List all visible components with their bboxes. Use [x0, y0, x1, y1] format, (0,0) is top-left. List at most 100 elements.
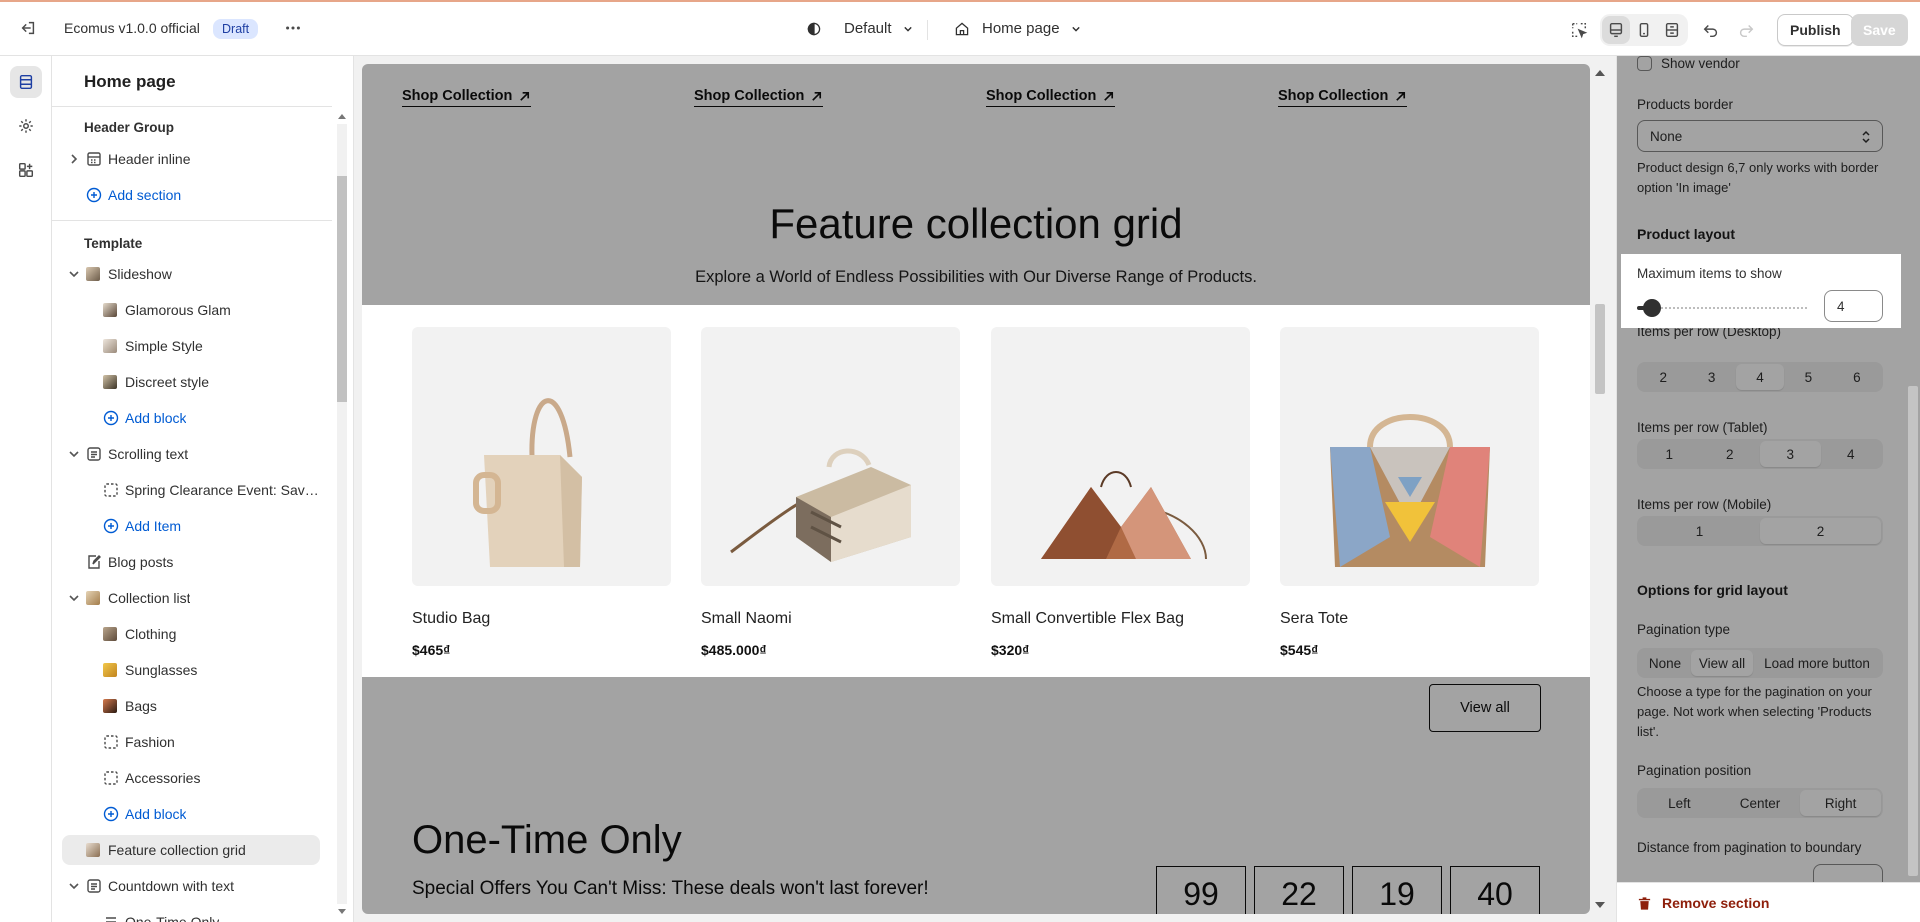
theme-settings-icon[interactable] — [10, 110, 42, 142]
add-block-button[interactable]: Add block — [52, 799, 332, 829]
add-item-button[interactable]: Add Item — [52, 511, 332, 541]
pagination-type-option[interactable]: Load more button — [1753, 650, 1881, 676]
scrollbar-thumb[interactable] — [337, 176, 347, 402]
add-block-button[interactable]: Add block — [52, 403, 332, 433]
shop-collection-link[interactable]: Shop Collection — [402, 88, 532, 107]
pagination-position-option[interactable]: Center — [1720, 790, 1801, 816]
items-tablet-option-selected[interactable]: 3 — [1760, 441, 1821, 467]
pagination-type-help: Choose a type for the pagination on your… — [1637, 684, 1872, 739]
product-name[interactable]: Sera Tote — [1280, 610, 1539, 628]
items-tablet-option[interactable]: 2 — [1700, 441, 1761, 467]
items-desktop-option[interactable]: 2 — [1639, 364, 1687, 390]
app-embeds-icon[interactable] — [10, 154, 42, 186]
sidebar-block-bags[interactable]: Bags — [52, 691, 332, 721]
sidebar-item-label: Glamorous Glam — [125, 302, 231, 318]
redo-icon[interactable] — [1730, 14, 1762, 46]
sidebar-item-collection-list[interactable]: Collection list — [52, 583, 332, 613]
product-price: $465₫ — [412, 642, 451, 658]
product-name[interactable]: Small Convertible Flex Bag — [991, 610, 1250, 628]
undo-icon[interactable] — [1695, 14, 1727, 46]
pagination-type-option[interactable]: None — [1639, 650, 1691, 676]
product-card[interactable]: Small Convertible Flex Bag $320₫ — [991, 327, 1250, 658]
countdown-title: One-Time Only — [412, 818, 682, 862]
shop-collection-link[interactable]: Shop Collection — [694, 88, 824, 107]
sidebar-scrollbar[interactable] — [334, 106, 350, 922]
sidebar-item-blog-posts[interactable]: Blog posts — [52, 547, 332, 577]
inspector-icon[interactable] — [1563, 14, 1595, 46]
items-desktop-option[interactable]: 6 — [1833, 364, 1881, 390]
text-block-icon — [86, 878, 102, 894]
max-items-input[interactable]: 4 — [1824, 290, 1883, 322]
pagination-position-option-selected[interactable]: Right — [1800, 790, 1882, 816]
pagination-position-option[interactable]: Left — [1639, 790, 1720, 816]
items-desktop-option[interactable]: 3 — [1687, 364, 1735, 390]
add-block-label: Add block — [125, 410, 187, 426]
chevron-right-icon — [71, 154, 78, 164]
settings-scroll-area: Show vendor Products border None Product… — [1617, 56, 1920, 922]
scroll-down-arrow-icon[interactable] — [1595, 902, 1605, 908]
fullscreen-icon[interactable] — [1658, 16, 1686, 44]
mobile-icon[interactable] — [1630, 16, 1658, 44]
save-button[interactable]: Save — [1851, 14, 1908, 46]
settings-scrollbar[interactable] — [1905, 56, 1920, 882]
sidebar-block-fashion[interactable]: Fashion — [52, 727, 332, 757]
sidebar-item-feature-collection-grid[interactable]: Feature collection grid — [62, 835, 320, 865]
scrollbar-thumb[interactable] — [1908, 386, 1918, 876]
items-mobile-option[interactable]: 1 — [1639, 518, 1760, 544]
product-card[interactable]: Small Naomi $485.000₫ — [701, 327, 960, 658]
product-name[interactable]: Small Naomi — [701, 610, 960, 628]
add-section-button[interactable]: Add section — [52, 180, 332, 210]
sidebar-block-accessories[interactable]: Accessories — [52, 763, 332, 793]
scroll-down-arrow-icon[interactable] — [338, 909, 346, 914]
sidebar-item-scrolling-text[interactable]: Scrolling text — [52, 439, 332, 469]
items-tablet-option[interactable]: 1 — [1639, 441, 1700, 467]
shop-collection-link[interactable]: Shop Collection — [986, 88, 1116, 107]
plus-circle-icon — [103, 806, 119, 822]
sidebar-block-discreet-style[interactable]: Discreet style — [52, 367, 332, 397]
sidebar-block-glamorous-glam[interactable]: Glamorous Glam — [52, 295, 332, 325]
pagination-type-option-selected[interactable]: View all — [1691, 650, 1753, 676]
store-preview[interactable]: Shop Collection Shop Collection Shop Col… — [362, 64, 1590, 914]
sidebar-block-simple-style[interactable]: Simple Style — [52, 331, 332, 361]
max-items-slider-handle[interactable] — [1643, 299, 1661, 317]
scroll-up-arrow-icon[interactable] — [338, 114, 346, 119]
show-vendor-setting[interactable]: Show vendor — [1617, 56, 1920, 82]
items-mobile-option-selected[interactable]: 2 — [1760, 518, 1881, 544]
sidebar-block-clothing[interactable]: Clothing — [52, 619, 332, 649]
toolbar-divider — [927, 20, 928, 40]
sidebar-item-slideshow[interactable]: Slideshow — [52, 259, 332, 289]
sections-icon[interactable] — [10, 66, 42, 98]
arrow-up-right-icon — [520, 91, 530, 101]
scroll-up-arrow-icon[interactable] — [1595, 70, 1605, 76]
show-vendor-checkbox[interactable] — [1637, 56, 1652, 71]
exit-icon[interactable] — [12, 12, 44, 44]
product-card[interactable]: Studio Bag $465₫ — [412, 327, 671, 658]
scrollbar-thumb[interactable] — [1595, 304, 1605, 394]
countdown-text: Special Offers You Can't Miss: These dea… — [412, 878, 929, 899]
max-items-slider-track[interactable] — [1649, 307, 1809, 309]
items-desktop-option[interactable]: 5 — [1784, 364, 1832, 390]
product-card[interactable]: Sera Tote $545₫ — [1280, 327, 1539, 658]
sidebar-item-header-inline[interactable]: Header inline — [52, 144, 332, 174]
sidebar-block-one-time-only[interactable]: One-Time Only — [52, 907, 332, 922]
theme-dropdown[interactable]: Default — [806, 20, 916, 37]
page-dropdown[interactable]: Home page — [954, 20, 1084, 37]
shop-collection-link[interactable]: Shop Collection — [1278, 88, 1408, 107]
preview-scrollbar[interactable] — [1590, 64, 1610, 914]
items-tablet-option[interactable]: 4 — [1821, 441, 1882, 467]
sidebar-item-countdown-with-text[interactable]: Countdown with text — [52, 871, 332, 901]
structured-bag-image — [730, 448, 911, 562]
desktop-icon[interactable] — [1602, 16, 1630, 44]
remove-section-button[interactable]: Remove section — [1637, 895, 1769, 911]
items-desktop-option-selected[interactable]: 4 — [1735, 364, 1785, 390]
sidebar-block-spring-clearance[interactable]: Spring Clearance Event: Save... — [52, 475, 332, 505]
publish-button[interactable]: Publish — [1777, 14, 1854, 46]
view-all-button[interactable]: View all — [1429, 684, 1541, 732]
feature-collection-title: Feature collection grid — [769, 200, 1183, 247]
more-options-icon[interactable] — [277, 12, 309, 44]
plus-circle-icon — [86, 187, 102, 203]
sidebar-block-sunglasses[interactable]: Sunglasses — [52, 655, 332, 685]
products-border-select[interactable]: None — [1637, 120, 1883, 152]
dashed-square-icon — [103, 734, 119, 750]
product-name[interactable]: Studio Bag — [412, 610, 671, 628]
